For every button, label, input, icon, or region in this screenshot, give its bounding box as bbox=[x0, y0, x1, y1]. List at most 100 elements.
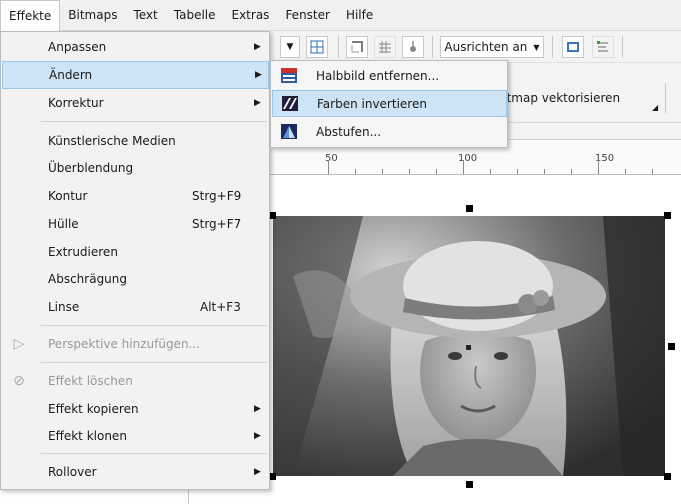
selection-handle[interactable] bbox=[668, 343, 675, 350]
toolbar-separator bbox=[665, 83, 666, 113]
posterize-icon bbox=[281, 124, 297, 139]
menu-item-label: Abschrägung bbox=[48, 272, 128, 286]
toolbar-separator bbox=[552, 36, 553, 58]
menu-item-label: Extrudieren bbox=[48, 245, 118, 259]
toolbar-separator bbox=[432, 36, 433, 58]
menu-item-farben-invertieren[interactable]: Farben invertieren bbox=[272, 90, 507, 117]
menu-item-aendern[interactable]: Ändern ▶ bbox=[2, 61, 269, 89]
submenu-arrow-icon: ▶ bbox=[254, 404, 261, 414]
selection-handle[interactable] bbox=[466, 205, 473, 212]
menu-item-rollover[interactable]: Rollover ▶ bbox=[2, 458, 269, 486]
menu-separator bbox=[41, 453, 267, 454]
menu-item-kontur[interactable]: Kontur Strg+F9 bbox=[2, 182, 269, 210]
menu-fenster[interactable]: Fenster bbox=[277, 0, 338, 31]
menu-separator bbox=[41, 121, 267, 122]
menu-effekte-label: Effekte bbox=[9, 8, 52, 23]
eye-dropper-icon bbox=[410, 41, 416, 52]
menu-extras-label: Extras bbox=[231, 8, 270, 22]
ausrichten-an-dropdown[interactable]: Ausrichten an ▼ bbox=[440, 36, 544, 58]
menu-hilfe-label: Hilfe bbox=[345, 8, 374, 22]
menu-text-label: Text bbox=[133, 8, 158, 22]
menu-item-extrudieren[interactable]: Extrudieren bbox=[2, 238, 269, 266]
center-marker bbox=[466, 345, 471, 350]
ruler-tick bbox=[598, 160, 599, 174]
dropdown-arrow-button[interactable]: ▼ bbox=[280, 36, 300, 58]
menu-item-anpassen[interactable]: Anpassen ▶ bbox=[2, 33, 269, 61]
hatch-button[interactable] bbox=[374, 36, 396, 58]
menu-hilfe[interactable]: Hilfe bbox=[338, 0, 381, 31]
ruler-tick bbox=[652, 169, 653, 174]
property-toolbar: ▼ Ausrichten an ▼ bbox=[270, 31, 681, 63]
ruler-tick bbox=[544, 169, 545, 174]
menu-item-label: Ändern bbox=[49, 68, 93, 82]
menu-separator bbox=[41, 325, 267, 326]
submenu-arrow-icon: ▶ bbox=[254, 42, 261, 52]
ruler-label: 50 bbox=[325, 153, 338, 164]
ruler-tick bbox=[409, 169, 410, 174]
selection-handle[interactable] bbox=[664, 212, 671, 219]
submenu-arrow-icon: ▶ bbox=[254, 467, 261, 477]
ruler-tick bbox=[328, 160, 329, 174]
menu-item-ueberblendung[interactable]: Überblendung bbox=[2, 154, 269, 182]
shortcut-label: Strg+F7 bbox=[192, 217, 242, 231]
menu-item-korrektur[interactable]: Korrektur ▶ bbox=[2, 89, 269, 117]
menu-item-abstufen[interactable]: Abstufen... bbox=[272, 118, 507, 145]
expand-corner-icon: ◢ bbox=[652, 103, 659, 112]
halftone-remove-icon bbox=[281, 68, 297, 83]
menu-item-label: Linse bbox=[48, 300, 80, 314]
menu-item-halbbild-entfernen[interactable]: Halbbild entfernen... bbox=[272, 62, 507, 89]
shortcut-label: Strg+F9 bbox=[192, 189, 242, 203]
menu-separator bbox=[41, 362, 267, 363]
toolbar-separator bbox=[622, 36, 623, 58]
effekte-menu: Anpassen ▶ Ändern ▶ Korrektur ▶ Künstler… bbox=[0, 31, 270, 490]
snap-grid-button[interactable] bbox=[306, 36, 328, 58]
menu-bitmaps-label: Bitmaps bbox=[68, 8, 118, 22]
shortcut-label: Alt+F3 bbox=[200, 300, 241, 314]
menu-bar: Effekte Bitmaps Text Tabelle Extras Fens… bbox=[0, 0, 681, 31]
menu-item-linse[interactable]: Linse Alt+F3 bbox=[2, 293, 269, 321]
menu-item-label: Effekt löschen bbox=[48, 374, 133, 388]
menu-item-label: Anpassen bbox=[48, 40, 107, 54]
align-button[interactable] bbox=[592, 36, 614, 58]
toolbar-separator bbox=[338, 36, 339, 58]
selection-handle[interactable] bbox=[269, 212, 276, 219]
menu-item-effekt-loeschen[interactable]: ⊘ Effekt löschen bbox=[2, 367, 269, 395]
menu-tabelle-label: Tabelle bbox=[173, 8, 216, 22]
menu-bitmaps[interactable]: Bitmaps bbox=[60, 0, 125, 31]
menu-fenster-label: Fenster bbox=[285, 8, 330, 22]
ruler-tick bbox=[355, 169, 356, 174]
menu-item-perspektive-hinzufuegen[interactable]: ▷ Perspektive hinzufügen... bbox=[2, 330, 269, 358]
menu-item-label: Abstufen... bbox=[316, 124, 382, 139]
menu-tabelle[interactable]: Tabelle bbox=[166, 0, 224, 31]
menu-item-abschraegung[interactable]: Abschrägung bbox=[2, 265, 269, 293]
chevron-down-icon: ▼ bbox=[286, 42, 294, 52]
image-button[interactable] bbox=[562, 36, 584, 58]
menu-item-label: Überblendung bbox=[48, 161, 134, 175]
menu-text[interactable]: Text bbox=[125, 0, 165, 31]
image-icon bbox=[567, 42, 579, 52]
submenu-arrow-icon: ▶ bbox=[254, 98, 261, 108]
ruler-tick bbox=[490, 169, 491, 174]
bitmap-vectorize-button[interactable]: Bitmap vektorisieren bbox=[495, 91, 620, 105]
menu-item-kuenstlerische-medien[interactable]: Künstlerische Medien bbox=[2, 127, 269, 155]
ruler-tick bbox=[517, 169, 518, 174]
menu-item-label: Künstlerische Medien bbox=[48, 134, 176, 148]
align-icon bbox=[597, 41, 608, 52]
selection-handle[interactable] bbox=[664, 473, 671, 480]
eye-button[interactable] bbox=[402, 36, 424, 58]
menu-effekte[interactable]: Effekte bbox=[0, 0, 61, 31]
menu-item-effekt-kopieren[interactable]: Effekt kopieren ▶ bbox=[2, 395, 269, 423]
menu-item-huelle[interactable]: Hülle Strg+F7 bbox=[2, 210, 269, 238]
selection-handle[interactable] bbox=[466, 481, 473, 488]
menu-item-effekt-klonen[interactable]: Effekt klonen ▶ bbox=[2, 422, 269, 450]
selection-handle[interactable] bbox=[269, 473, 276, 480]
menu-item-label: Rollover bbox=[48, 465, 97, 479]
menu-item-label: Kontur bbox=[48, 189, 88, 203]
menu-item-label: Hülle bbox=[48, 217, 79, 231]
hatch-icon bbox=[379, 41, 391, 53]
frame-button[interactable] bbox=[346, 36, 368, 58]
ruler-label: 100 bbox=[458, 153, 478, 164]
menu-extras[interactable]: Extras bbox=[224, 0, 278, 31]
ausrichten-label: Ausrichten an bbox=[444, 40, 528, 54]
menu-item-label: Farben invertieren bbox=[317, 96, 427, 111]
